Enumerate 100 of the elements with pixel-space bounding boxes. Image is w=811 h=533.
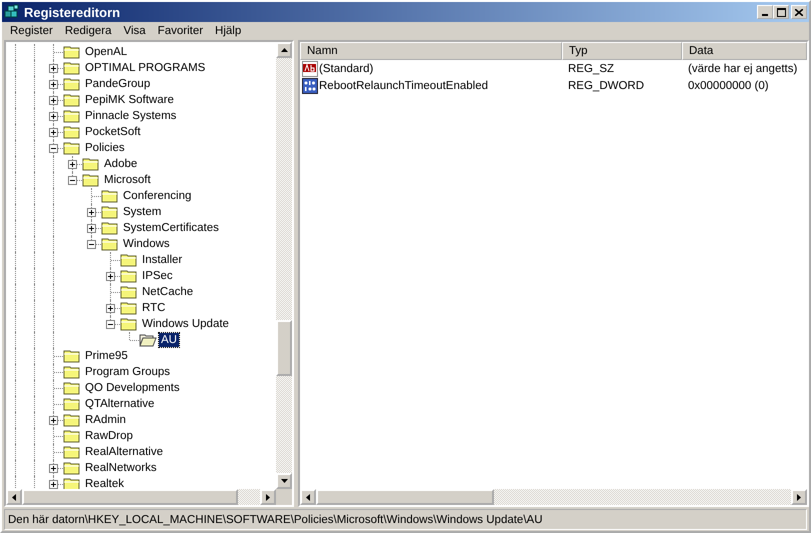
open-folder-icon (139, 333, 157, 347)
down-arrow-icon (280, 479, 288, 483)
folder-icon (120, 317, 138, 331)
tree-item[interactable]: RAdmin (83, 413, 128, 427)
scroll-left-button[interactable] (300, 489, 316, 505)
folder-icon (120, 301, 138, 315)
expand-button[interactable] (49, 64, 58, 73)
scroll-thumb[interactable] (276, 320, 292, 376)
value-name[interactable]: (Standard) (319, 62, 374, 74)
expand-button[interactable] (87, 224, 96, 233)
tree-item[interactable]: Policies (83, 141, 127, 155)
left-arrow-icon (306, 494, 310, 500)
expand-button[interactable] (68, 160, 77, 169)
tree-item[interactable]: RawDrop (83, 429, 135, 443)
tree-item[interactable]: Pinnacle Systems (83, 109, 178, 123)
expand-button[interactable] (49, 80, 58, 89)
collapse-button[interactable] (87, 240, 96, 249)
column-header[interactable]: Typ (562, 42, 682, 60)
tree-item[interactable]: Realtek (83, 477, 126, 489)
tree-item[interactable]: IPSec (140, 269, 175, 283)
expand-button[interactable] (49, 480, 58, 489)
folder-icon (63, 141, 81, 155)
scroll-down-button[interactable] (276, 473, 292, 489)
tree-item[interactable]: Prime95 (83, 349, 130, 363)
tree-item[interactable]: RealAlternative (83, 445, 165, 459)
folder-icon (63, 445, 81, 459)
scroll-thumb[interactable] (316, 489, 494, 505)
minimize-button[interactable] (757, 5, 773, 19)
collapse-button[interactable] (49, 144, 58, 153)
left-arrow-icon (12, 494, 16, 500)
expand-button[interactable] (49, 464, 58, 473)
expand-button[interactable] (49, 96, 58, 105)
right-arrow-icon (266, 494, 270, 500)
menu-item[interactable]: Redigera (58, 25, 118, 37)
tree-item[interactable]: Conferencing (121, 189, 194, 203)
vertical-scrollbar[interactable] (276, 42, 292, 489)
maximize-button[interactable] (773, 5, 789, 19)
folder-icon (63, 125, 81, 139)
value-data: (värde har ej angetts) (687, 62, 798, 74)
tree-item[interactable]: RTC (140, 301, 168, 315)
tree-item[interactable]: OPTIMAL PROGRAMS (83, 61, 208, 75)
value-name[interactable]: RebootRelaunchTimeoutEnabled (319, 80, 488, 92)
folder-icon (63, 381, 81, 395)
folder-icon (63, 93, 81, 107)
scroll-right-button[interactable] (791, 489, 807, 505)
folder-icon (63, 413, 81, 427)
tree-item[interactable]: PepiMK Software (83, 93, 176, 107)
plus-icon (50, 81, 57, 88)
tree-item[interactable]: Windows Update (140, 317, 231, 331)
expand-button[interactable] (87, 208, 96, 217)
scroll-left-button[interactable] (6, 489, 22, 505)
expand-button[interactable] (49, 112, 58, 121)
menu-item[interactable]: Hjälp (209, 25, 248, 37)
plus-icon (50, 417, 57, 424)
collapse-button[interactable] (106, 320, 115, 329)
scroll-thumb[interactable] (22, 489, 238, 505)
maximize-icon (776, 8, 786, 16)
tree-item[interactable]: QO Developments (83, 381, 182, 395)
expand-button[interactable] (49, 128, 58, 137)
expand-button[interactable] (106, 272, 115, 281)
tree-item[interactable]: Windows (121, 237, 172, 251)
scroll-up-button[interactable] (276, 42, 292, 58)
column-header[interactable]: Data (682, 42, 807, 60)
tree-item[interactable]: PandeGroup (83, 77, 152, 91)
scroll-right-button[interactable] (260, 489, 276, 505)
tree-item[interactable]: OpenAL (83, 45, 130, 59)
expand-button[interactable] (49, 416, 58, 425)
tree-item[interactable]: AU (159, 333, 179, 347)
column-header[interactable]: Namn (300, 42, 562, 60)
folder-icon (101, 189, 119, 203)
close-icon (795, 8, 803, 16)
tree-item[interactable]: PocketSoft (83, 125, 143, 139)
scrollbar-corner (276, 489, 292, 505)
string-value-icon (302, 60, 318, 76)
tree-item[interactable]: System (121, 205, 164, 219)
folder-icon (82, 173, 100, 187)
folder-icon (63, 77, 81, 91)
folder-icon (63, 461, 81, 475)
expand-button[interactable] (106, 304, 115, 313)
tree-item[interactable]: Microsoft (102, 173, 153, 187)
tree-item[interactable]: NetCache (140, 285, 196, 299)
folder-icon (63, 397, 81, 411)
minus-icon (69, 177, 76, 184)
folder-icon (101, 205, 119, 219)
up-arrow-icon (280, 48, 288, 52)
tree-item[interactable]: Installer (140, 253, 184, 267)
tree-item[interactable]: RealNetworks (83, 461, 159, 475)
plus-icon (69, 161, 76, 168)
collapse-button[interactable] (68, 176, 77, 185)
menu-item[interactable]: Register (4, 25, 59, 37)
tree-item[interactable]: QTAlternative (83, 397, 156, 411)
horizontal-scrollbar[interactable] (6, 489, 276, 505)
folder-icon (63, 109, 81, 123)
close-button[interactable] (791, 5, 807, 19)
menu-item[interactable]: Favoriter (152, 25, 210, 37)
tree-item[interactable]: Adobe (102, 157, 140, 171)
horizontal-scrollbar[interactable] (300, 489, 807, 505)
tree-item[interactable]: SystemCertificates (121, 221, 221, 235)
tree-item[interactable]: Program Groups (83, 365, 172, 379)
menu-item[interactable]: Visa (118, 25, 152, 37)
